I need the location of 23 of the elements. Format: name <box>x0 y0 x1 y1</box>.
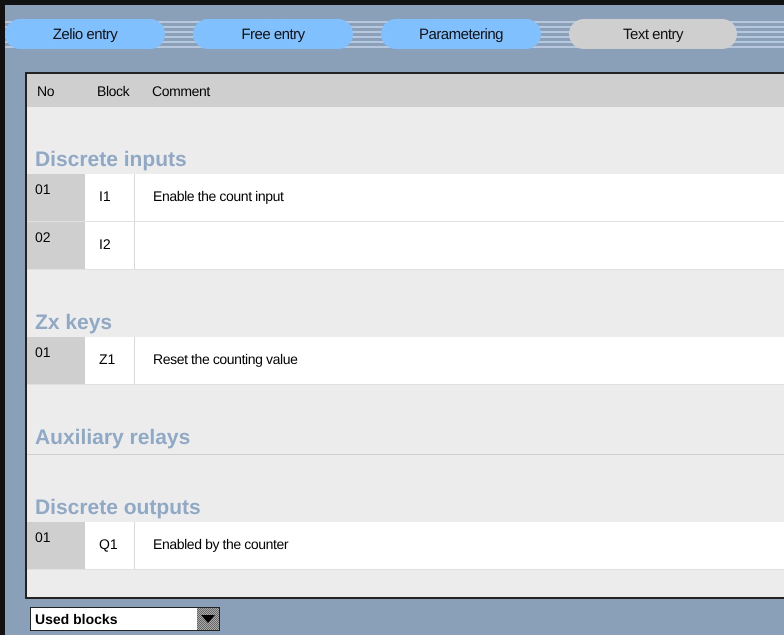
column-header: No <box>36 82 56 98</box>
block-cell: Z1 <box>85 337 135 384</box>
block-cell: I2 <box>85 222 135 269</box>
tab[interactable]: Free entry <box>193 19 353 49</box>
number-cell: 01 <box>27 337 85 384</box>
number-cell: 01 <box>27 174 85 221</box>
number-cell: 01 <box>27 522 85 569</box>
block-cell: Q1 <box>85 522 135 569</box>
tab[interactable]: Text entry <box>569 19 737 49</box>
column-header: Block <box>96 82 130 98</box>
number-cell: 02 <box>27 222 85 269</box>
block-cell: I1 <box>85 174 135 221</box>
tab[interactable]: Zelio entry <box>5 19 165 49</box>
section-title: Discrete inputs <box>34 147 188 173</box>
filter-dropdown[interactable]: Used blocks <box>30 607 220 631</box>
section-title: Zx keys <box>34 310 114 336</box>
comment-cell: Enabled by the counter <box>135 522 784 569</box>
column-header: Comment <box>152 82 210 98</box>
section-title: Discrete outputs <box>34 495 202 521</box>
section-title: Auxiliary relays <box>34 425 192 451</box>
tab[interactable]: Parametering <box>381 19 541 49</box>
comment-cell: Reset the counting value <box>135 337 784 384</box>
comment-cell: Enable the count input <box>135 174 784 221</box>
